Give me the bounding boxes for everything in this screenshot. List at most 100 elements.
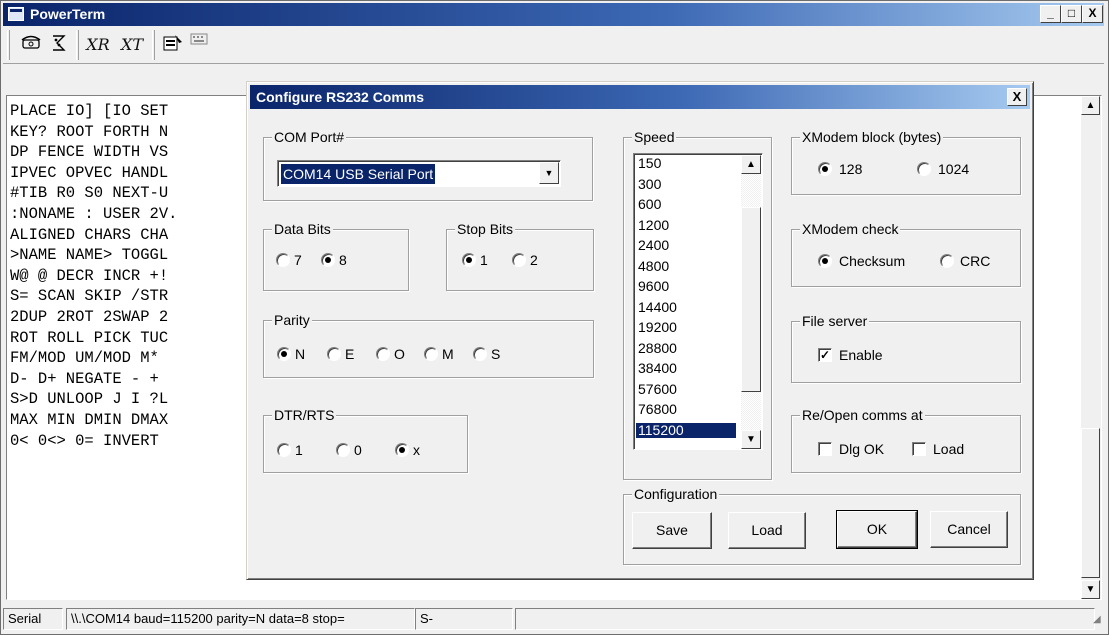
terminal-line: :NONAME : USER 2V. <box>10 204 178 223</box>
data-bits-label: Data Bits <box>272 221 333 237</box>
xmodem-block-1024-radio[interactable] <box>917 162 931 176</box>
save-button[interactable]: Save <box>632 512 712 549</box>
stop-bits-1-radio[interactable] <box>462 253 476 267</box>
data-bits-8-radio[interactable] <box>321 253 335 267</box>
terminal-line: PLACE IO] [IO SET <box>10 102 169 120</box>
xmodem-block-128-radio[interactable] <box>818 162 832 176</box>
speed-option[interactable]: 57600 <box>636 381 736 398</box>
status-bar: Serial \\.\COM14 baud=115200 parity=N da… <box>3 606 1106 632</box>
toolbar: XR XT <box>3 26 1104 64</box>
dtr-rts-x-radio[interactable] <box>395 443 409 457</box>
configure-rs232-dialog: Configure RS232 Comms X COM Port# COM14 … <box>246 81 1034 580</box>
reopen-load-checkbox[interactable] <box>912 442 926 456</box>
terminal-line: DP FENCE WIDTH VS <box>10 143 169 162</box>
speed-option[interactable]: 28800 <box>636 340 736 357</box>
scroll-up-button[interactable]: ▲ <box>1081 96 1100 115</box>
dialog-close-button[interactable]: X <box>1007 88 1027 106</box>
speed-scroll-thumb[interactable] <box>741 207 761 392</box>
data-bits-7-radio[interactable] <box>276 253 290 267</box>
terminal-line: FM/MOD UM/MOD M* <box>10 349 169 368</box>
terminal-scrollbar[interactable]: ▲ ▼ <box>1081 96 1101 599</box>
speed-scroll-up-button[interactable]: ▲ <box>741 155 761 174</box>
resize-grip-icon[interactable]: ◢ <box>1093 614 1101 625</box>
com-port-select[interactable]: COM14 USB Serial Port ▼ <box>277 160 561 187</box>
parity-m-radio[interactable] <box>424 347 438 361</box>
load-button[interactable]: Load <box>728 512 806 549</box>
scroll-down-button[interactable]: ▼ <box>1081 580 1100 599</box>
dtr-rts-x-label: x <box>413 442 420 458</box>
terminal-line: ROT ROLL PICK TUC <box>10 328 169 347</box>
speed-option[interactable]: 19200 <box>636 319 736 336</box>
speed-option[interactable]: 38400 <box>636 360 736 377</box>
dtr-rts-0-radio[interactable] <box>336 443 350 457</box>
dtr-rts-1-radio[interactable] <box>277 443 291 457</box>
main-title-bar[interactable]: PowerTerm _ □ X <box>3 3 1104 26</box>
speed-option[interactable]: 115200 <box>636 422 736 438</box>
speed-option[interactable]: 2400 <box>636 237 736 254</box>
minimize-button[interactable]: _ <box>1040 5 1061 23</box>
parity-n-radio[interactable] <box>277 347 291 361</box>
terminal-line: IPVEC OPVEC HANDL <box>10 163 169 182</box>
settings-icon[interactable] <box>161 34 185 56</box>
dtr-rts-label: DTR/RTS <box>272 407 337 423</box>
com-port-label: COM Port# <box>272 129 347 145</box>
parity-m-label: M <box>442 346 454 362</box>
parity-e-radio[interactable] <box>327 347 341 361</box>
maximize-button[interactable]: □ <box>1061 5 1082 23</box>
xmodem-block-label: XModem block (bytes) <box>800 129 944 145</box>
speed-option[interactable]: 300 <box>636 176 736 193</box>
xmodem-crc-radio[interactable] <box>940 254 954 268</box>
terminal-line: MAX MIN DMIN DMAX <box>10 410 169 429</box>
terminal-line: 2DUP 2ROT 2SWAP 2 <box>10 307 169 326</box>
keyboard-icon[interactable] <box>187 30 211 52</box>
speed-option[interactable]: 4800 <box>636 258 736 275</box>
speed-option[interactable]: 150 <box>636 155 736 172</box>
terminal-line: D- D+ NEGATE - + <box>10 369 169 388</box>
com-port-group: COM Port# COM14 USB Serial Port ▼ <box>263 129 593 201</box>
stop-bits-2-label: 2 <box>530 252 538 268</box>
dtr-rts-group: DTR/RTS 1 0 x <box>263 407 468 473</box>
main-title: PowerTerm <box>30 6 106 22</box>
terminal-line: S= SCAN SKIP /STR <box>10 287 169 306</box>
parity-o-radio[interactable] <box>376 347 390 361</box>
reopen-dlg-ok-checkbox[interactable] <box>818 442 832 456</box>
xmodem-block-group: XModem block (bytes) 128 1024 <box>791 129 1021 195</box>
speed-listbox[interactable]: 115200 76800 57600 38400 28800 19200 14400 9600… <box>633 153 763 450</box>
terminal-line: ALIGNED CHARS CHA <box>10 225 169 244</box>
speed-option[interactable]: 76800 <box>636 401 736 418</box>
xmodem-block-128-label: 128 <box>839 161 863 177</box>
data-bits-7-label: 7 <box>294 252 302 268</box>
xmodem-check-group: XModem check Checksum CRC <box>791 221 1021 287</box>
speed-option[interactable]: 9600 <box>636 278 736 295</box>
phone-icon[interactable] <box>19 34 43 56</box>
close-button[interactable]: X <box>1082 5 1103 23</box>
toolbar-grip[interactable] <box>7 30 10 60</box>
parity-s-label: S <box>491 346 501 362</box>
ok-button[interactable]: OK <box>836 510 918 549</box>
data-bits-group: Data Bits 7 8 <box>263 221 409 291</box>
dialog-title-bar[interactable]: Configure RS232 Comms X <box>250 85 1030 109</box>
speed-option[interactable]: 1200 <box>636 217 736 234</box>
xmodem-checksum-label: Checksum <box>839 253 906 269</box>
parity-s-radio[interactable] <box>473 347 487 361</box>
xr-icon[interactable]: XR <box>83 34 113 56</box>
dialog-title: Configure RS232 Comms <box>256 89 425 105</box>
reopen-load-label: Load <box>933 441 965 457</box>
scroll-thumb[interactable] <box>1081 428 1100 578</box>
speed-scrollbar[interactable]: ▲ ▼ <box>741 155 761 449</box>
xt-icon[interactable]: XT <box>117 34 147 56</box>
terminal-text: PLACE IO] [IO SET KEY? ROOT FORTH N DP FEN… <box>10 101 177 451</box>
chevron-down-icon[interactable]: ▼ <box>539 162 559 184</box>
speed-scroll-down-button[interactable]: ▼ <box>741 430 761 449</box>
stop-bits-group: Stop Bits 1 2 <box>446 221 594 291</box>
xmodem-checksum-radio[interactable] <box>818 254 832 268</box>
stop-bits-2-radio[interactable] <box>512 253 526 267</box>
phone-dial-icon[interactable] <box>47 34 71 56</box>
speed-option[interactable]: 600 <box>636 196 736 213</box>
stop-bits-label: Stop Bits <box>455 221 516 237</box>
terminal-line: KEY? ROOT FORTH N <box>10 122 169 141</box>
file-server-enable-checkbox[interactable]: ✓ <box>818 348 832 362</box>
speed-option[interactable]: 14400 <box>636 299 736 316</box>
status-extra <box>515 608 1095 630</box>
cancel-button[interactable]: Cancel <box>930 511 1008 548</box>
